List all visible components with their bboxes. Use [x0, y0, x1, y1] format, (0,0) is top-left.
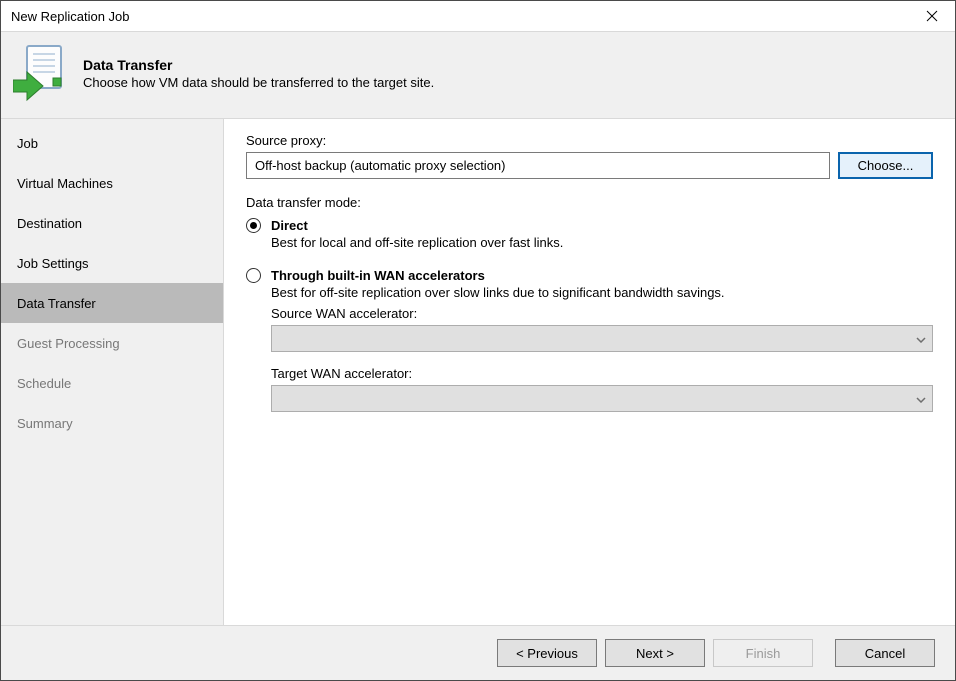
- sidebar-item-job[interactable]: Job: [1, 123, 223, 163]
- previous-button[interactable]: < Previous: [497, 639, 597, 667]
- sidebar-item-job-settings[interactable]: Job Settings: [1, 243, 223, 283]
- data-transfer-mode-label: Data transfer mode:: [246, 195, 933, 210]
- page-subtitle: Choose how VM data should be transferred…: [83, 75, 434, 90]
- wizard-body: Job Virtual Machines Destination Job Set…: [1, 119, 955, 625]
- wizard-window: New Replication Job Dat: [0, 0, 956, 681]
- finish-button: Finish: [713, 639, 813, 667]
- cancel-button[interactable]: Cancel: [835, 639, 935, 667]
- sidebar-item-schedule[interactable]: Schedule: [1, 363, 223, 403]
- data-transfer-icon: [13, 42, 65, 104]
- wizard-sidebar: Job Virtual Machines Destination Job Set…: [1, 119, 224, 625]
- radio-wan-desc: Best for off-site replication over slow …: [271, 285, 933, 300]
- sidebar-item-destination[interactable]: Destination: [1, 203, 223, 243]
- page-title: Data Transfer: [83, 57, 434, 73]
- source-proxy-input[interactable]: [246, 152, 830, 179]
- radio-direct-label: Direct: [271, 218, 308, 233]
- wizard-header: Data Transfer Choose how VM data should …: [1, 32, 955, 119]
- wizard-footer: < Previous Next > Finish Cancel: [1, 625, 955, 680]
- window-title: New Replication Job: [11, 9, 909, 24]
- target-wan-combo[interactable]: [271, 385, 933, 412]
- source-wan-combo[interactable]: [271, 325, 933, 352]
- titlebar: New Replication Job: [1, 1, 955, 32]
- source-proxy-label: Source proxy:: [246, 133, 933, 148]
- chevron-down-icon: [916, 331, 926, 346]
- sidebar-item-data-transfer[interactable]: Data Transfer: [1, 283, 223, 323]
- source-wan-label: Source WAN accelerator:: [271, 306, 933, 321]
- choose-button[interactable]: Choose...: [838, 152, 933, 179]
- target-wan-label: Target WAN accelerator:: [271, 366, 933, 381]
- radio-wan-label: Through built-in WAN accelerators: [271, 268, 485, 283]
- chevron-down-icon: [916, 391, 926, 406]
- close-icon: [926, 10, 938, 22]
- radio-direct[interactable]: [246, 218, 261, 233]
- sidebar-item-summary[interactable]: Summary: [1, 403, 223, 443]
- radio-wan[interactable]: [246, 268, 261, 283]
- wizard-content: Source proxy: Choose... Data transfer mo…: [224, 119, 955, 625]
- sidebar-item-guest-processing[interactable]: Guest Processing: [1, 323, 223, 363]
- radio-direct-desc: Best for local and off-site replication …: [271, 235, 933, 250]
- sidebar-item-virtual-machines[interactable]: Virtual Machines: [1, 163, 223, 203]
- next-button[interactable]: Next >: [605, 639, 705, 667]
- close-button[interactable]: [909, 1, 955, 31]
